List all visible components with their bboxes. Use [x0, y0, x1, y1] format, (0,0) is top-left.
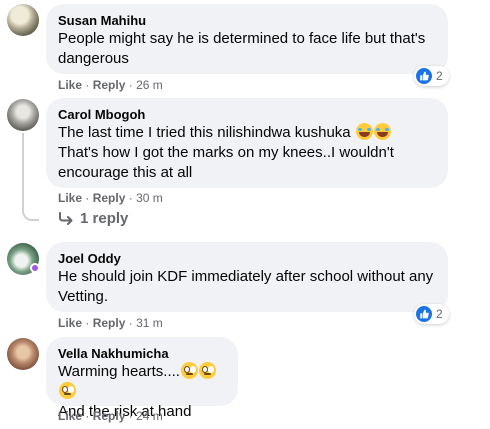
rolling-eyes-emoji-icon	[198, 362, 216, 379]
laughing-crying-emoji-icon	[373, 123, 391, 140]
separator: ·	[85, 316, 90, 330]
view-replies-link[interactable]: 1 reply	[58, 210, 128, 227]
separator: ·	[128, 409, 133, 423]
comment-text-line: People might say he is determined to fac…	[58, 30, 426, 47]
separator: ·	[128, 191, 133, 205]
comment-actions: Like · Reply · 24 m	[58, 408, 163, 424]
comment-bubble: Carol Mbogoh The last time I tried this …	[46, 98, 448, 188]
reply-link[interactable]: Reply	[93, 78, 126, 92]
like-link[interactable]: Like	[58, 78, 82, 92]
comment-text-segment: Warming hearts....	[58, 363, 180, 380]
comment-bubble: Susan Mahihu People might say he is dete…	[46, 4, 448, 74]
comment-actions: Like · Reply · 30 m	[58, 190, 163, 206]
rolling-eyes-emoji-icon	[180, 362, 198, 379]
avatar[interactable]	[7, 338, 39, 370]
avatar[interactable]	[7, 4, 39, 36]
like-link[interactable]: Like	[58, 316, 82, 330]
avatar-status-dot	[30, 263, 40, 273]
comment-text-line: Warming hearts....	[58, 362, 226, 402]
comment-text-line: He should join KDF immediately after sch…	[58, 268, 434, 285]
laughing-crying-emoji-icon	[355, 123, 373, 140]
reaction-count: 2	[436, 69, 443, 83]
reply-link[interactable]: Reply	[93, 316, 126, 330]
timestamp[interactable]: 24 m	[136, 409, 163, 423]
comment-text-line: That's how I got the marks on my knees..…	[58, 144, 394, 161]
timestamp[interactable]: 31 m	[136, 316, 163, 330]
reaction-count-badge[interactable]: 2	[414, 304, 449, 324]
reaction-count-badge[interactable]: 2	[414, 66, 449, 86]
comment-text-line: Vetting.	[58, 288, 109, 305]
comment-author[interactable]: Susan Mahihu	[58, 12, 436, 29]
timestamp[interactable]: 30 m	[136, 191, 163, 205]
comment-text-line: The last time I tried this nilishindwa k…	[58, 123, 436, 143]
reaction-count: 2	[436, 307, 443, 321]
avatar[interactable]	[7, 99, 39, 131]
reply-link[interactable]: Reply	[93, 409, 126, 423]
separator: ·	[128, 316, 133, 330]
comment-author[interactable]: Carol Mbogoh	[58, 106, 436, 123]
comment-actions: Like · Reply · 26 m	[58, 77, 163, 93]
comment-text-line: encourage this at all	[58, 164, 193, 181]
timestamp[interactable]: 26 m	[136, 78, 163, 92]
comment-text-line: dangerous	[58, 50, 129, 67]
like-reaction-icon	[416, 68, 432, 84]
thread-connector	[22, 133, 39, 221]
comment-bubble: Vella Nakhumicha Warming hearts.... And …	[46, 337, 238, 420]
like-link[interactable]: Like	[58, 191, 82, 205]
separator: ·	[85, 409, 90, 423]
replies-count: 1 reply	[80, 210, 129, 227]
reply-link[interactable]: Reply	[93, 191, 126, 205]
like-link[interactable]: Like	[58, 409, 82, 423]
separator: ·	[128, 78, 133, 92]
comment-author[interactable]: Vella Nakhumicha	[58, 345, 226, 362]
separator: ·	[85, 191, 90, 205]
comment-actions: Like · Reply · 31 m	[58, 315, 163, 331]
rolling-eyes-emoji-icon	[59, 382, 76, 399]
comment-author[interactable]: Joel Oddy	[58, 250, 436, 267]
reply-arrow-icon	[59, 211, 73, 225]
comment-bubble: Joel Oddy He should join KDF immediately…	[46, 242, 448, 312]
separator: ·	[85, 78, 90, 92]
comment-text-segment: The last time I tried this nilishindwa k…	[58, 124, 351, 141]
like-reaction-icon	[416, 306, 432, 322]
